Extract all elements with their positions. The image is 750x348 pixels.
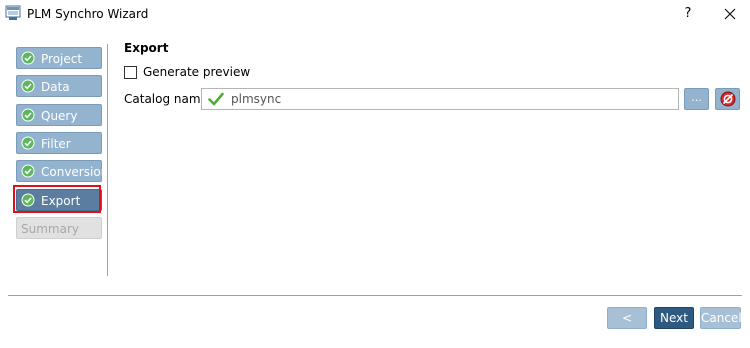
- active-step-highlight: [13, 185, 101, 213]
- step-label: Query: [41, 109, 78, 123]
- app-icon: [5, 5, 21, 20]
- catalog-name-label: Catalog name:: [124, 92, 212, 106]
- cancel-button[interactable]: Cancel: [700, 307, 742, 329]
- checkmark-icon: [208, 92, 224, 106]
- generate-preview-label: Generate preview: [143, 65, 251, 79]
- clear-icon: [720, 91, 736, 107]
- back-button[interactable]: < Back: [607, 307, 647, 345]
- step-project[interactable]: Project: [16, 47, 102, 69]
- next-button[interactable]: Next >: [654, 307, 694, 345]
- close-button[interactable]: [716, 3, 744, 25]
- step-summary: Summary: [16, 217, 102, 239]
- window-title: PLM Synchro Wizard: [27, 7, 149, 21]
- check-circle-icon: [21, 51, 35, 65]
- generate-preview-checkbox[interactable]: [124, 66, 137, 79]
- footer-divider: [8, 295, 742, 296]
- catalog-name-field[interactable]: plmsync: [201, 88, 679, 110]
- section-title: Export: [124, 41, 169, 55]
- check-circle-icon: [21, 79, 35, 93]
- step-label: Conversion: [41, 165, 109, 179]
- close-icon: [724, 8, 736, 20]
- clear-button[interactable]: [715, 88, 740, 110]
- title-bar: PLM Synchro Wizard ?: [0, 0, 750, 30]
- step-conversion[interactable]: Conversion: [16, 160, 108, 182]
- vertical-divider: [107, 44, 108, 276]
- check-circle-icon: [21, 164, 35, 178]
- catalog-name-value: plmsync: [231, 92, 282, 106]
- step-label: Project: [41, 52, 83, 66]
- check-circle-icon: [21, 108, 35, 122]
- step-label: Filter: [41, 137, 71, 151]
- step-data-source[interactable]: Data source: [16, 75, 102, 116]
- step-query[interactable]: Query: [16, 104, 102, 126]
- step-filter[interactable]: Filter: [16, 132, 102, 154]
- step-label: Summary: [21, 222, 79, 236]
- help-button[interactable]: ?: [678, 3, 698, 25]
- browse-button[interactable]: ...: [684, 88, 709, 110]
- check-circle-icon: [21, 136, 35, 150]
